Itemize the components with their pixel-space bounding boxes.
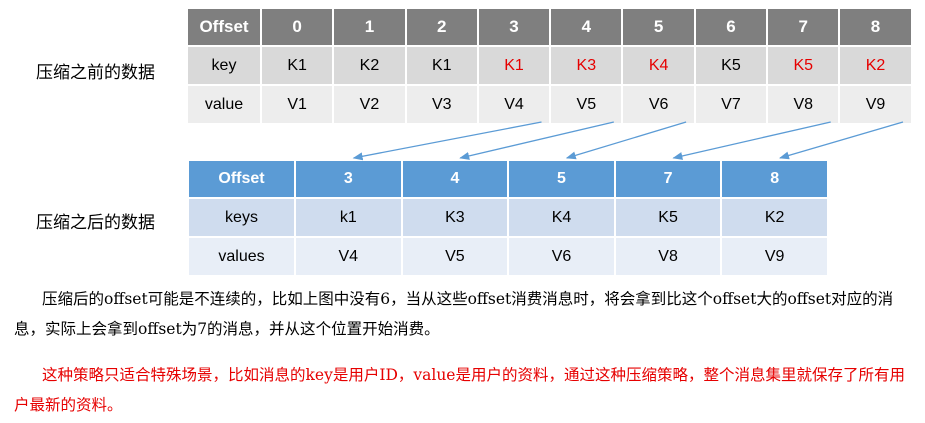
strategy-note-paragraph: 这种策略只适合特殊场景，比如消息的key是用户ID，value是用户的资料，通过… (14, 366, 905, 414)
explanation-paragraph: 压缩后的offset可能是不连续的，比如上图中没有6，当从这些offset消费消… (14, 290, 894, 338)
arrow-offset-7 (672, 121, 831, 160)
arrow-offset-5 (565, 121, 687, 160)
arrow-offset-8 (779, 121, 904, 160)
arrow-offset-3 (352, 121, 542, 161)
arrow-offset-4 (459, 121, 614, 160)
